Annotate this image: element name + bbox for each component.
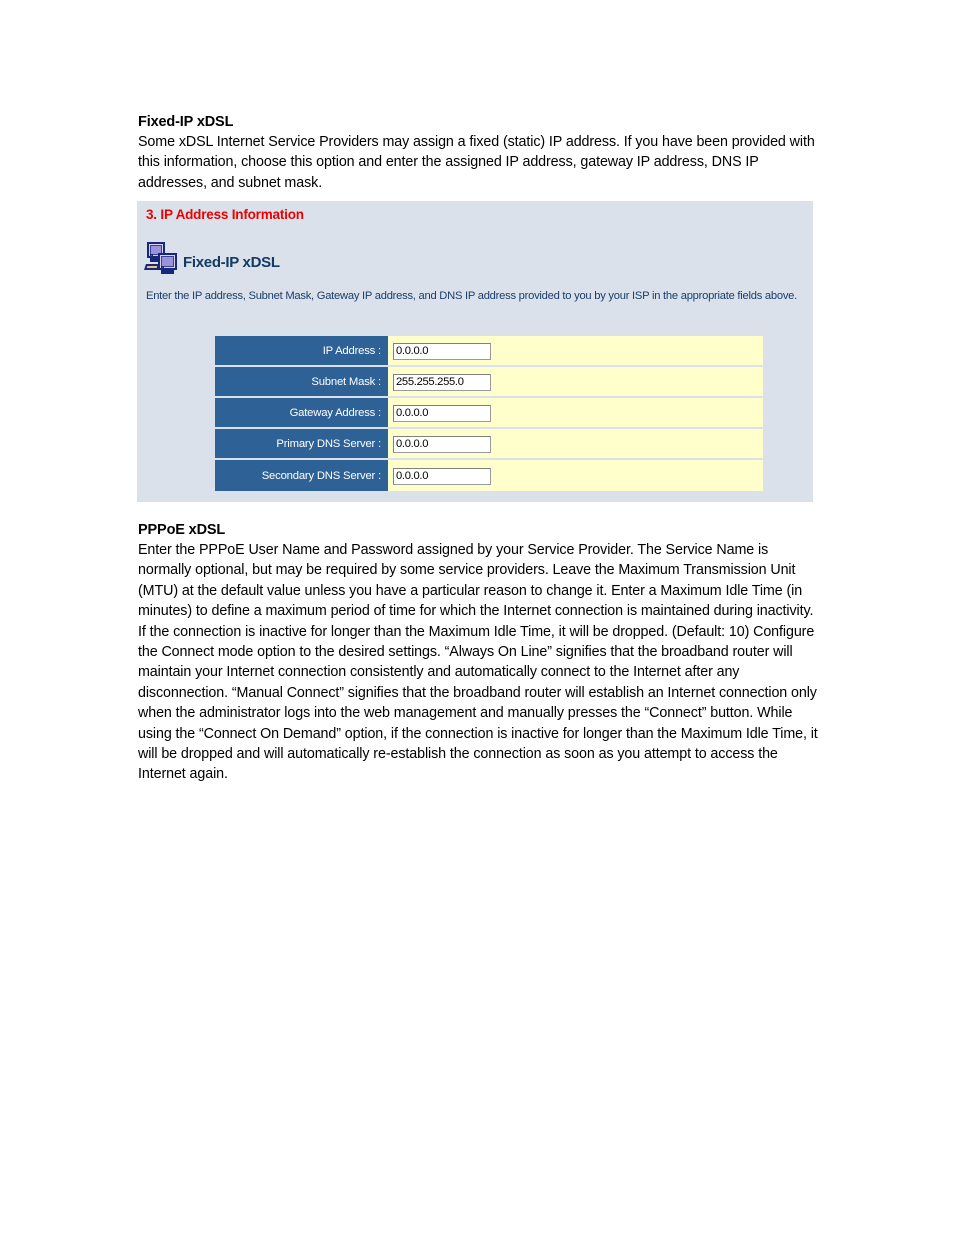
- table-row: IP Address :: [215, 336, 763, 367]
- field-cell-secondary-dns: [388, 460, 763, 491]
- section-body-fixed-ip: Some xDSL Internet Service Providers may…: [138, 134, 815, 191]
- screenshot-section-header: Fixed-IP xDSL: [144, 239, 280, 277]
- table-row: Secondary DNS Server :: [215, 460, 763, 491]
- section-heading-pppoe: PPPoE xDSL: [138, 522, 226, 538]
- section-body-pppoe: Enter the PPPoE User Name and Password a…: [138, 542, 818, 783]
- document-page: Fixed-IP xDSL Some xDSL Internet Service…: [0, 0, 954, 1235]
- field-label-ip-address: IP Address :: [215, 336, 388, 367]
- field-label-subnet-mask: Subnet Mask :: [215, 367, 388, 398]
- subnet-mask-input[interactable]: [393, 373, 491, 391]
- table-row: Primary DNS Server :: [215, 429, 763, 460]
- ip-address-input[interactable]: [393, 342, 491, 360]
- gateway-address-input[interactable]: [393, 404, 491, 422]
- router-ui-screenshot: 3. IP Address Information Fixed-IP xDSL …: [137, 201, 813, 502]
- ip-settings-table: IP Address : Subnet Mask : Gateway Addre…: [215, 336, 763, 491]
- screenshot-step-title: 3. IP Address Information: [146, 207, 304, 222]
- section-pppoe-xdsl: PPPoE xDSL Enter the PPPoE User Name and…: [138, 520, 818, 785]
- field-label-primary-dns: Primary DNS Server :: [215, 429, 388, 460]
- section-fixed-ip-xdsl: Fixed-IP xDSL Some xDSL Internet Service…: [138, 112, 818, 193]
- field-label-secondary-dns: Secondary DNS Server :: [215, 460, 388, 491]
- field-cell-ip-address: [388, 336, 763, 367]
- computer-network-icon: [144, 241, 179, 275]
- section-heading-fixed-ip: Fixed-IP xDSL: [138, 114, 234, 130]
- screenshot-section-label: Fixed-IP xDSL: [183, 253, 280, 271]
- primary-dns-server-input[interactable]: [393, 435, 491, 453]
- table-row: Subnet Mask :: [215, 367, 763, 398]
- secondary-dns-server-input[interactable]: [393, 467, 491, 485]
- field-cell-primary-dns: [388, 429, 763, 460]
- table-row: Gateway Address :: [215, 398, 763, 429]
- field-cell-subnet-mask: [388, 367, 763, 398]
- field-label-gateway-address: Gateway Address :: [215, 398, 388, 429]
- field-cell-gateway-address: [388, 398, 763, 429]
- screenshot-description: Enter the IP address, Subnet Mask, Gatew…: [146, 290, 797, 302]
